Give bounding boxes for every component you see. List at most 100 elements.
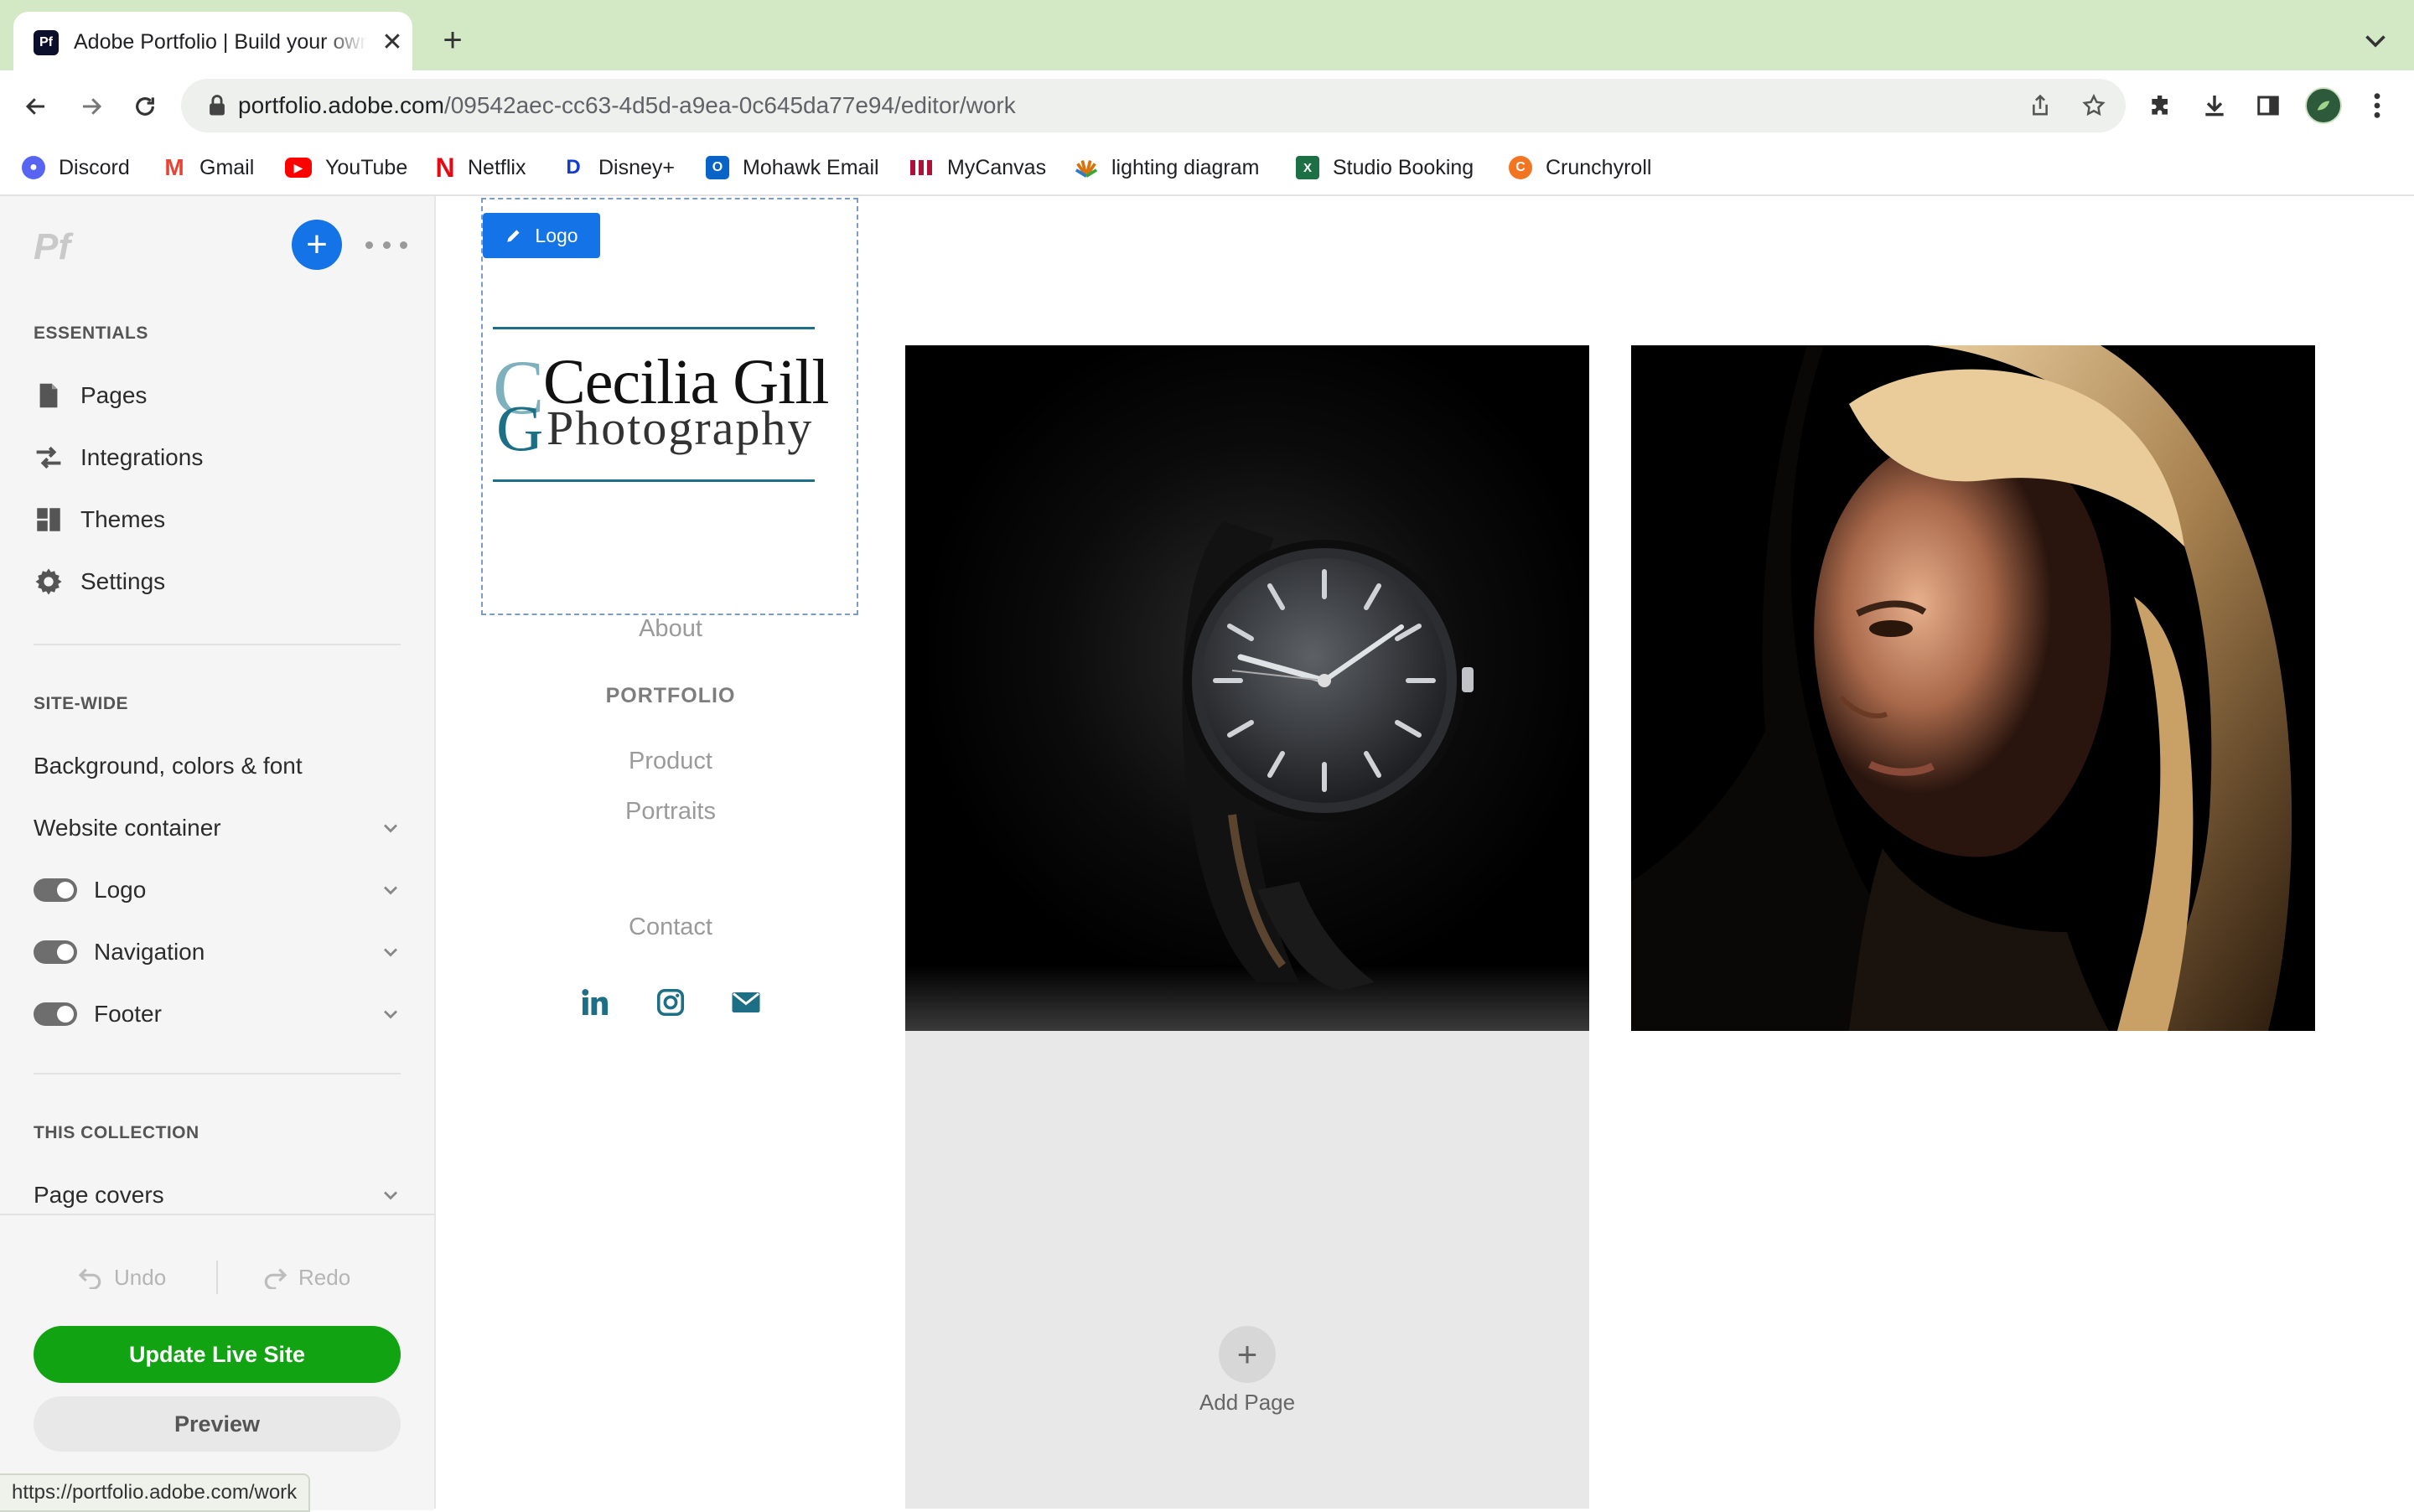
bookmark-label: Disney+ bbox=[598, 155, 676, 179]
lighting-icon bbox=[1075, 156, 1098, 179]
update-live-site-button[interactable]: Update Live Site bbox=[34, 1326, 401, 1383]
side-panel-icon[interactable] bbox=[2248, 85, 2288, 126]
chevron-down-icon[interactable] bbox=[379, 878, 402, 902]
edit-logo-button[interactable]: Logo bbox=[483, 213, 600, 258]
nav-link-product[interactable]: Product bbox=[545, 748, 796, 775]
bookmark-netflix[interactable]: N Netflix bbox=[435, 151, 526, 184]
outlook-icon: O bbox=[706, 156, 729, 179]
new-tab-icon[interactable]: + bbox=[436, 23, 469, 57]
browser-menu-kebab-icon[interactable] bbox=[2357, 85, 2397, 126]
chevron-down-icon[interactable] bbox=[379, 1002, 402, 1026]
browser-tab-bar: Pf Adobe Portfolio | Build your own pers… bbox=[0, 0, 2414, 70]
lock-icon[interactable] bbox=[206, 94, 228, 117]
adobe-portfolio-favicon-icon: Pf bbox=[34, 30, 59, 55]
bookmark-gmail[interactable]: M Gmail bbox=[163, 151, 254, 184]
browser-toolbar: portfolio.adobe.com/09542aec-cc63-4d5d-a… bbox=[0, 70, 2414, 141]
bookmark-crunchyroll[interactable]: C Crunchyroll bbox=[1509, 151, 1651, 184]
extensions-puzzle-icon[interactable] bbox=[2141, 85, 2181, 126]
tab-search-chevron-icon[interactable] bbox=[2360, 25, 2391, 55]
bookmark-youtube[interactable]: ▶ YouTube bbox=[285, 151, 407, 184]
add-page-label[interactable]: Add Page bbox=[1157, 1390, 1338, 1416]
site-logo[interactable]: C G Cecilia Gill Photography bbox=[493, 325, 829, 484]
logo-toggle-item[interactable]: Logo bbox=[34, 872, 402, 909]
preview-button[interactable]: Preview bbox=[34, 1396, 401, 1452]
linkedin-icon[interactable] bbox=[577, 984, 614, 1021]
add-page-tile[interactable] bbox=[905, 1031, 1589, 1509]
canvas-icon bbox=[910, 156, 934, 179]
sidebar-item-themes[interactable]: Themes bbox=[34, 501, 165, 538]
portrait-photo-image bbox=[1631, 345, 2315, 1031]
profile-avatar-icon[interactable] bbox=[2303, 85, 2344, 126]
disney-icon: D bbox=[566, 156, 581, 179]
navigation-toggle-item[interactable]: Navigation bbox=[34, 934, 402, 971]
address-bar[interactable]: portfolio.adobe.com/09542aec-cc63-4d5d-a… bbox=[181, 79, 2126, 132]
project-cover-portrait[interactable] bbox=[1631, 345, 2315, 1031]
watch-photo-image bbox=[905, 345, 1589, 1031]
download-icon[interactable] bbox=[2194, 85, 2235, 126]
page-icon bbox=[34, 381, 64, 411]
chevron-down-icon[interactable] bbox=[379, 940, 402, 964]
footer-toggle-item[interactable]: Footer bbox=[34, 996, 402, 1033]
bookmark-label: Mohawk Email bbox=[743, 155, 879, 179]
add-content-button[interactable]: + bbox=[292, 220, 342, 270]
sidebar-item-label: Settings bbox=[80, 568, 166, 594]
bookmark-studio-booking[interactable]: X Studio Booking bbox=[1296, 151, 1474, 184]
chevron-down-icon[interactable] bbox=[379, 816, 402, 840]
undo-icon bbox=[78, 1268, 101, 1289]
instagram-icon[interactable] bbox=[652, 984, 689, 1021]
sidebar-item-label: Integrations bbox=[80, 444, 204, 470]
bookmark-label: MyCanvas bbox=[947, 155, 1047, 179]
gmail-icon: M bbox=[164, 154, 184, 180]
page-covers-item[interactable]: Page covers bbox=[34, 1177, 402, 1214]
sidebar-item-settings[interactable]: Settings bbox=[34, 563, 165, 600]
nav-link-portraits[interactable]: Portraits bbox=[545, 798, 796, 826]
url-host: portfolio.adobe.com bbox=[238, 92, 444, 118]
logo-rule-top bbox=[493, 327, 815, 329]
discord-icon: ● bbox=[22, 156, 45, 179]
bookmark-discord[interactable]: ● Discord bbox=[22, 151, 130, 184]
more-options-icon[interactable] bbox=[365, 230, 407, 260]
chevron-down-icon[interactable] bbox=[379, 1183, 402, 1207]
bookmark-lighting-diagram[interactable]: lighting diagram bbox=[1075, 151, 1260, 184]
footer-toggle[interactable] bbox=[34, 1002, 77, 1026]
redo-label: Redo bbox=[298, 1264, 351, 1290]
undo-button[interactable]: Undo bbox=[77, 1259, 166, 1296]
row-label: Footer bbox=[94, 1001, 162, 1027]
bookmark-star-icon[interactable] bbox=[2079, 91, 2109, 121]
back-arrow-icon[interactable] bbox=[17, 87, 55, 126]
crunchyroll-icon: C bbox=[1509, 156, 1532, 179]
redo-icon bbox=[264, 1268, 288, 1289]
website-container-item[interactable]: Website container bbox=[34, 810, 402, 847]
project-cover-watch[interactable] bbox=[905, 345, 1589, 1031]
reload-icon[interactable] bbox=[126, 87, 164, 126]
bookmark-mohawk-email[interactable]: O Mohawk Email bbox=[706, 151, 879, 184]
tab-close-icon[interactable]: ✕ bbox=[376, 25, 409, 59]
row-label: Page covers bbox=[34, 1182, 164, 1208]
gear-icon bbox=[34, 567, 64, 597]
forward-arrow-icon[interactable] bbox=[72, 87, 111, 126]
row-label: Website container bbox=[34, 815, 221, 841]
themes-icon bbox=[34, 505, 64, 535]
background-colors-font-item[interactable]: Background, colors & font bbox=[34, 748, 402, 784]
share-icon[interactable] bbox=[2025, 91, 2055, 121]
add-page-plus-icon[interactable]: + bbox=[1219, 1326, 1276, 1383]
portfolio-app-logo[interactable]: Pf bbox=[34, 226, 70, 268]
nav-link-portfolio[interactable]: PORTFOLIO bbox=[545, 684, 796, 708]
email-icon[interactable] bbox=[728, 984, 764, 1021]
bookmark-disney[interactable]: D Disney+ bbox=[562, 151, 675, 184]
navigation-toggle[interactable] bbox=[34, 940, 77, 964]
browser-tab-active[interactable]: Pf Adobe Portfolio | Build your own pers… bbox=[13, 12, 412, 70]
sidebar-item-integrations[interactable]: Integrations bbox=[34, 439, 203, 476]
nav-link-about[interactable]: About bbox=[545, 615, 796, 643]
bookmark-mycanvas[interactable]: MyCanvas bbox=[910, 151, 1046, 184]
row-label: Navigation bbox=[94, 939, 205, 965]
nav-link-contact[interactable]: Contact bbox=[545, 914, 796, 941]
bookmark-label: Crunchyroll bbox=[1546, 155, 1652, 179]
logo-toggle[interactable] bbox=[34, 878, 77, 902]
redo-button[interactable]: Redo bbox=[262, 1259, 350, 1296]
url-text[interactable]: portfolio.adobe.com/09542aec-cc63-4d5d-a… bbox=[238, 92, 1016, 119]
integrations-icon bbox=[34, 443, 64, 473]
sidebar-item-pages[interactable]: Pages bbox=[34, 377, 147, 414]
this-collection-heading: THIS COLLECTION bbox=[34, 1123, 199, 1142]
edit-logo-label: Logo bbox=[535, 224, 578, 246]
